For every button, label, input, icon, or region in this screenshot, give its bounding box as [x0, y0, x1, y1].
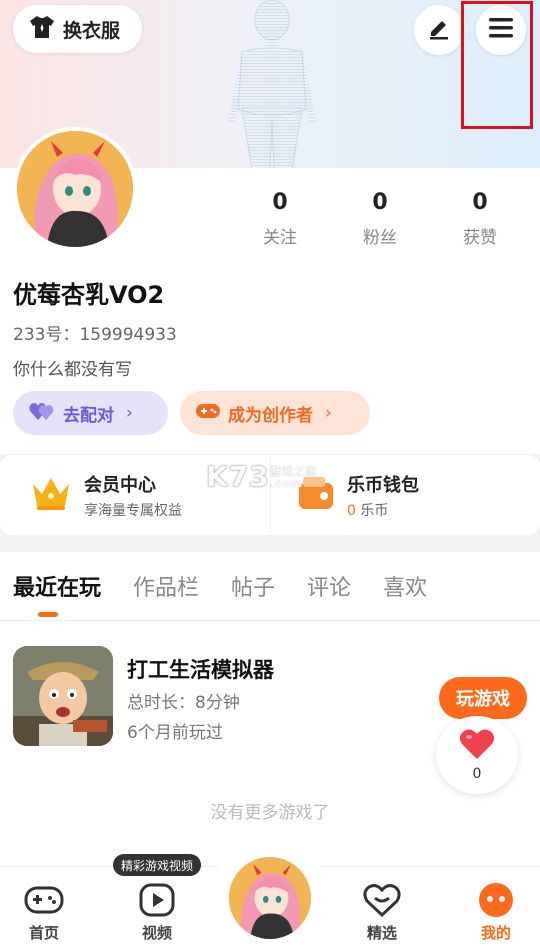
hearts-icon [29, 401, 55, 426]
edit-profile-button[interactable] [414, 5, 464, 55]
tab-posts[interactable]: 帖子 [231, 570, 275, 602]
tab-works[interactable]: 作品栏 [133, 570, 199, 602]
wallet-balance-amount: 0 [347, 502, 356, 519]
stat-fans-label: 粉丝 [363, 228, 397, 248]
like-count: 0 [472, 766, 482, 782]
game-playtime: 总时长：8分钟 [127, 693, 240, 713]
bio: 你什么都没有写 [13, 360, 132, 380]
nickname: 优莓杏乳VO2 [13, 281, 165, 309]
like-button[interactable]: 0 [436, 716, 518, 794]
site-watermark: K73游戏之家 .com [206, 460, 318, 493]
user-id: 233号：159994933 [13, 325, 177, 345]
nav-mine-label: 我的 [480, 924, 511, 942]
nav-featured[interactable]: 精选 [342, 881, 422, 943]
play-game-button[interactable]: 玩游戏 [439, 677, 527, 719]
stat-following-label: 关注 [263, 228, 297, 248]
profile-stats: 0 关注 0 粉丝 0 获赞 [230, 190, 530, 248]
match-label: 去配对 [63, 405, 114, 426]
change-outfit-label: 换衣服 [63, 19, 121, 42]
stat-likes[interactable]: 0 获赞 [430, 190, 530, 248]
active-tab-indicator [38, 612, 58, 617]
tabs-divider [0, 620, 540, 621]
heart-outline-icon [342, 881, 422, 919]
vip-center-subtitle: 享海量专属权益 [84, 502, 182, 519]
watermark-main: K73 [206, 460, 270, 493]
gamepad-nav-icon [4, 881, 84, 919]
avatar[interactable] [13, 127, 137, 251]
gamepad-icon [196, 402, 220, 425]
crown-icon [30, 474, 72, 516]
chevron-right-icon: › [126, 403, 133, 423]
game-title: 打工生活模拟器 [127, 658, 274, 682]
video-tooltip: 精彩游戏视频 [113, 854, 202, 876]
wallet-balance-unit: 乐币 [355, 502, 389, 519]
game-icon [13, 646, 113, 746]
change-outfit-button[interactable]: 换衣服 [13, 5, 142, 53]
game-last-played: 6个月前玩过 [127, 723, 223, 743]
wallet-title: 乐币钱包 [347, 474, 419, 496]
stat-likes-count: 0 [472, 190, 488, 215]
pen-icon [427, 16, 451, 44]
nav-video[interactable]: 视频 [117, 881, 197, 943]
tab-recently-played[interactable]: 最近在玩 [13, 570, 101, 602]
smiley-icon [456, 881, 536, 919]
match-button[interactable]: 去配对 › [13, 391, 168, 435]
nav-home-label: 首页 [28, 924, 59, 942]
nav-mine[interactable]: 我的 [456, 881, 536, 943]
chevron-right-icon: › [325, 403, 332, 423]
nav-home[interactable]: 首页 [4, 881, 84, 943]
avatar-3d-figure[interactable] [222, 0, 322, 170]
become-creator-label: 成为创作者 [228, 405, 313, 426]
no-more-games-text: 没有更多游戏了 [210, 803, 330, 823]
stat-following-count: 0 [272, 190, 288, 215]
nav-center-avatar[interactable] [226, 854, 314, 942]
profile-tabs: 最近在玩 作品栏 帖子 评论 喜欢 [13, 570, 427, 602]
stat-fans[interactable]: 0 粉丝 [330, 190, 430, 248]
watermark-small2: .com [269, 477, 304, 490]
tshirt-icon [29, 15, 55, 43]
nav-video-label: 视频 [141, 924, 172, 942]
tab-comments[interactable]: 评论 [307, 570, 351, 602]
stat-fans-count: 0 [372, 190, 388, 215]
play-circle-icon [117, 881, 197, 919]
stat-likes-label: 获赞 [463, 228, 497, 248]
become-creator-button[interactable]: 成为创作者 › [180, 391, 370, 435]
vip-center-title: 会员中心 [84, 474, 156, 496]
wallet-balance: 0 乐币 [347, 500, 419, 520]
annotation-highlight-box [461, 1, 533, 129]
stat-following[interactable]: 0 关注 [230, 190, 330, 248]
nav-featured-label: 精选 [366, 924, 397, 942]
tab-likes[interactable]: 喜欢 [383, 570, 427, 602]
heart-icon [459, 728, 495, 764]
